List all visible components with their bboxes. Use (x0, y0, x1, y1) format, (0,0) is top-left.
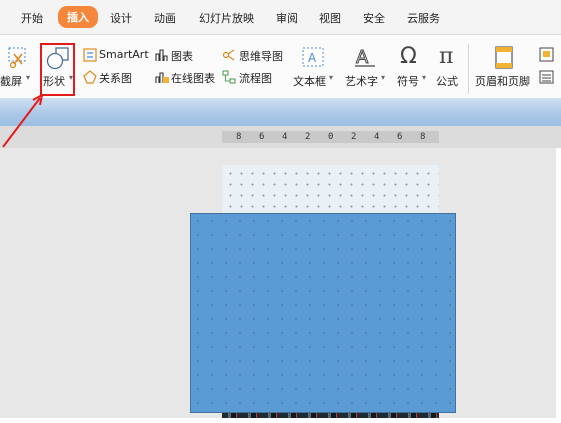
header-footer-icon (495, 46, 513, 69)
horizontal-ruler[interactable]: 8 6 4 2 0 2 4 6 8 (222, 131, 439, 143)
tab-design[interactable]: 设计 (110, 10, 132, 26)
red-arrow-icon (2, 94, 43, 148)
smartart-label: SmartArt (99, 48, 149, 61)
ribbon-bottom-band (0, 98, 561, 126)
online-chart-label: 在线图表 (171, 72, 215, 85)
tab-view[interactable]: 视图 (319, 10, 341, 26)
screenshot-label: 截屏 (0, 75, 22, 88)
dropdown-arrow-icon: ▾ (381, 73, 386, 82)
flowchart-label: 流程图 (239, 72, 272, 85)
relation-icon (83, 70, 97, 84)
svg-text:A: A (308, 51, 317, 65)
flowchart-icon (222, 70, 236, 84)
header-footer-button[interactable]: 页眉和页脚 (472, 44, 534, 94)
tab-slideshow[interactable]: 幻灯片放映 (199, 10, 254, 26)
ruler-tick: 0 (328, 132, 334, 142)
tab-review[interactable]: 审阅 (276, 10, 298, 26)
relation-chart-button[interactable]: 关系图 (83, 69, 135, 85)
smartart-icon (83, 48, 97, 62)
ribbon-divider (468, 44, 469, 94)
dropdown-arrow-icon: ▾ (422, 73, 427, 82)
symbol-button[interactable]: Ω 符号 ▾ (394, 44, 428, 94)
ruler-tick: 4 (282, 132, 288, 142)
ruler-tick: 2 (305, 132, 311, 142)
shape-button-highlight (40, 43, 75, 96)
formula-button[interactable]: π 公式 (433, 44, 467, 94)
symbol-label: 符号 (397, 75, 419, 88)
mindmap-button[interactable]: 思维导图 (222, 47, 286, 63)
pi-icon: π (439, 44, 454, 69)
flowchart-button[interactable]: 流程图 (222, 69, 276, 85)
tab-security[interactable]: 安全 (363, 10, 385, 26)
ruler-tick: 8 (420, 132, 426, 142)
omega-icon: Ω (400, 44, 417, 69)
scissors-icon (8, 47, 26, 68)
tab-insert[interactable]: 插入 (58, 6, 98, 28)
relation-label: 关系图 (99, 72, 132, 85)
slide-number-icon[interactable] (539, 47, 555, 63)
bottom-margin (0, 418, 561, 423)
chart-label: 图表 (171, 50, 193, 63)
tab-cloud-service[interactable]: 云服务 (407, 10, 440, 26)
tab-animation[interactable]: 动画 (154, 10, 176, 26)
ruler-tick: 8 (236, 132, 242, 142)
formula-label: 公式 (436, 75, 458, 88)
textbox-icon: A (302, 47, 324, 67)
ruler-tick: 2 (351, 132, 357, 142)
dropdown-arrow-icon: ▾ (26, 73, 31, 82)
svg-text:A: A (356, 47, 369, 68)
wordart-label: 艺术字 (345, 75, 378, 88)
screenshot-button[interactable]: 截屏 ▾ (0, 44, 36, 94)
ruler-tick: 4 (374, 132, 380, 142)
textbox-button[interactable]: A 文本框 ▾ (290, 44, 336, 94)
chart-button[interactable]: 图表 (154, 47, 198, 63)
header-footer-label: 页眉和页脚 (475, 75, 530, 88)
dropdown-arrow-icon: ▾ (329, 73, 334, 82)
online-chart-button[interactable]: 在线图表 (154, 69, 218, 85)
blue-rectangle-shape[interactable] (190, 213, 456, 413)
bar-chart-icon (155, 49, 168, 61)
ruler-tick: 6 (397, 132, 403, 142)
mindmap-icon (222, 49, 235, 61)
date-time-icon[interactable] (539, 69, 555, 85)
wordart-button[interactable]: A 艺术字 ▾ (342, 44, 388, 94)
textbox-label: 文本框 (293, 75, 326, 88)
online-chart-icon (155, 72, 169, 83)
ruler-tick: 6 (259, 132, 265, 142)
mindmap-label: 思维导图 (239, 50, 283, 63)
tab-home[interactable]: 开始 (21, 10, 43, 26)
ribbon-tab-bar: 开始 插入 设计 动画 幻灯片放映 审阅 视图 安全 云服务 (0, 0, 561, 35)
smartart-button[interactable]: SmartArt (83, 47, 151, 63)
wordart-icon: A (355, 47, 375, 68)
